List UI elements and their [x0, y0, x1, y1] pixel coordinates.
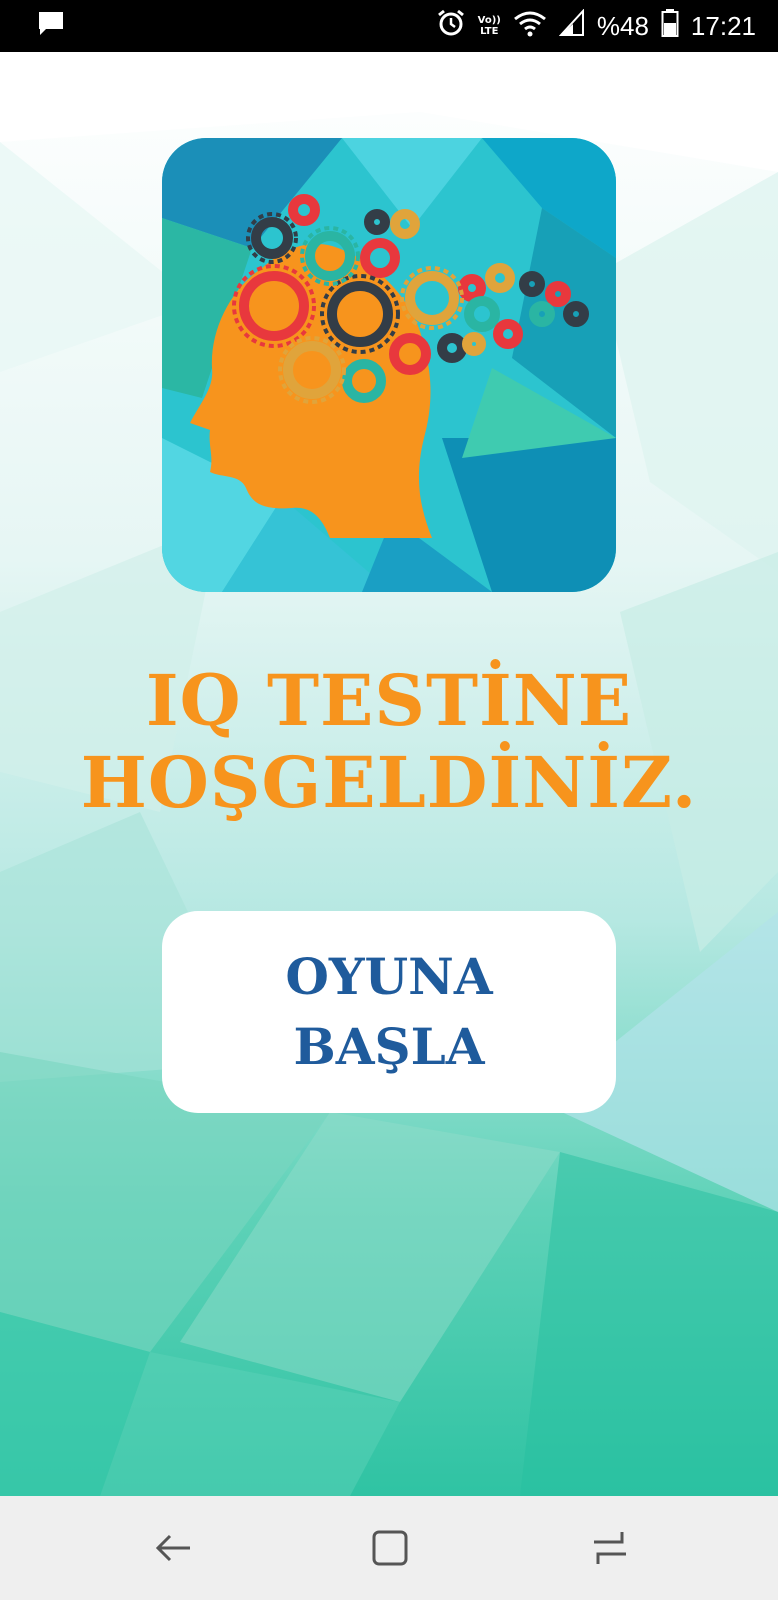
title-line-2: HOŞGELDİNİZ. [80, 741, 698, 824]
battery-icon [661, 8, 679, 45]
navigation-bar [0, 1496, 778, 1600]
wifi-icon [513, 9, 547, 44]
brain-gears-icon [162, 138, 616, 592]
volte-label: Vo)) [477, 15, 501, 26]
title-line-1: IQ TESTİNE [145, 659, 633, 742]
start-button-label-2: BAŞLA [293, 1017, 485, 1076]
message-icon [36, 9, 66, 43]
welcome-title: IQ TESTİNE HOŞGELDİNİZ. [0, 660, 778, 824]
volte-icon: Vo)) LTE [478, 15, 501, 37]
back-icon[interactable] [144, 1518, 204, 1578]
start-button-label-1: OYUNA [285, 947, 493, 1006]
status-bar: Vo)) LTE %48 17:21 [0, 0, 778, 52]
clock-time: 17:21 [690, 10, 756, 41]
lte-label: LTE [480, 26, 499, 37]
signal-icon [558, 7, 585, 44]
home-icon[interactable] [360, 1518, 420, 1578]
recents-icon[interactable] [580, 1518, 640, 1578]
start-game-button[interactable]: OYUNA BAŞLA [162, 911, 616, 1113]
battery-text: %48 [596, 10, 649, 41]
alarm-icon [436, 8, 466, 45]
